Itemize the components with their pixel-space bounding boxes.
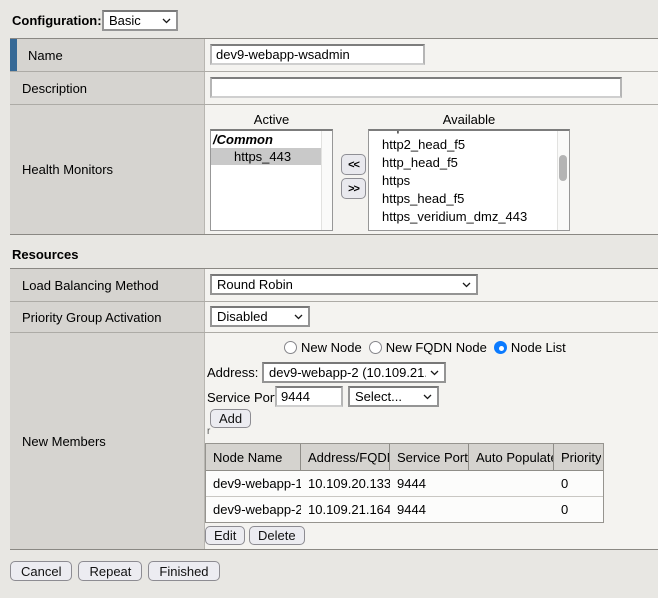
available-monitor-item[interactable]: https (369, 172, 557, 190)
edit-button[interactable]: Edit (205, 526, 245, 545)
scrollbar-thumb[interactable] (559, 155, 567, 181)
active-list-label: Active (210, 112, 333, 127)
cell-service-port: 9444 (390, 497, 469, 522)
priority-group-select-value: Disabled (217, 309, 268, 324)
chevron-down-icon (462, 282, 471, 288)
chevron-down-icon (294, 314, 303, 320)
radio-circle[interactable] (284, 341, 297, 354)
footer-button-bar: Cancel Repeat Finished (10, 561, 220, 581)
load-balancing-label: Load Balancing Method (22, 278, 159, 293)
service-port-label: Service Port: (207, 390, 281, 405)
active-listbox-scrollbar[interactable] (321, 131, 332, 230)
configuration-select-value: Basic (109, 13, 141, 28)
active-monitors-listbox[interactable]: /Common https_443 (210, 129, 333, 231)
description-input[interactable] (210, 77, 622, 98)
chevron-down-icon (423, 394, 432, 400)
radio-label: Node List (511, 340, 566, 355)
radio-node-list[interactable]: Node List (494, 340, 566, 355)
resources-table: Load Balancing Method Round Robin Priori… (10, 268, 658, 550)
configuration-select[interactable]: Basic (102, 10, 178, 31)
radio-label: New FQDN Node (386, 340, 487, 355)
priority-group-label: Priority Group Activation (22, 310, 161, 325)
available-monitor-item[interactable]: http2_head_f5 (369, 136, 557, 154)
available-monitor-item[interactable]: http_head_f5 (369, 154, 557, 172)
member-row[interactable]: dev9-webapp-2 10.109.21.164 9444 0 (206, 497, 603, 522)
move-to-active-button[interactable]: << (341, 154, 366, 175)
address-select[interactable]: dev9-webapp-2 (10.109.21.164) (262, 362, 446, 383)
chevron-down-icon (162, 18, 171, 24)
add-button[interactable]: Add (210, 409, 251, 428)
move-to-available-button[interactable]: >> (341, 178, 366, 199)
members-table: Node Name Address/FQDN Service Port Auto… (205, 443, 604, 523)
resources-section-title: Resources (12, 247, 78, 262)
active-partition-item: /Common (211, 131, 332, 148)
cell-auto-populate (469, 471, 554, 496)
cell-address-fqdn: 10.109.21.164 (301, 497, 390, 522)
load-balancing-row: Load Balancing Method Round Robin (10, 269, 658, 302)
members-table-header: Node Name Address/FQDN Service Port Auto… (206, 444, 603, 471)
cell-priority: 0 (554, 497, 601, 522)
load-balancing-select[interactable]: Round Robin (210, 274, 478, 295)
new-members-row: New Members New Node New FQDN Node Node … (10, 333, 658, 550)
repeat-button[interactable]: Repeat (78, 561, 142, 581)
cancel-button[interactable]: Cancel (10, 561, 72, 581)
priority-group-select[interactable]: Disabled (210, 306, 310, 327)
available-monitors-listbox[interactable]: http2 http2_head_f5 http_head_f5 https h… (368, 129, 570, 231)
available-list-label: Available (368, 112, 570, 127)
header-address-fqdn: Address/FQDN (301, 444, 390, 470)
header-service-port: Service Port (390, 444, 469, 470)
finished-button[interactable]: Finished (148, 561, 219, 581)
name-input[interactable] (210, 44, 425, 65)
name-row: Name (10, 39, 658, 72)
radio-label: New Node (301, 340, 362, 355)
name-row-accent-bar (10, 39, 17, 71)
configuration-label: Configuration: (12, 13, 102, 28)
new-members-label: New Members (22, 434, 106, 449)
address-select-value: dev9-webapp-2 (10.109.21.164) (269, 365, 426, 380)
name-label: Name (28, 48, 63, 63)
node-type-radio-group: New Node New FQDN Node Node List (284, 340, 573, 355)
radio-new-fqdn-node[interactable]: New FQDN Node (369, 340, 487, 355)
available-listbox-scrollbar[interactable] (557, 131, 569, 230)
chevron-down-icon (430, 370, 439, 376)
cell-address-fqdn: 10.109.20.133 (301, 471, 390, 496)
header-auto-populate: Auto Populate (469, 444, 554, 470)
priority-group-row: Priority Group Activation Disabled (10, 302, 658, 333)
configuration-table: Name Description Health Monitors Active … (10, 38, 658, 235)
active-monitor-item[interactable]: https_443 (211, 148, 332, 165)
stray-text: r (207, 426, 210, 437)
cell-node-name: dev9-webapp-1 (206, 471, 301, 496)
header-node-name: Node Name (206, 444, 301, 470)
cell-auto-populate (469, 497, 554, 522)
available-monitor-item[interactable]: https_veridium_dmz_443 (369, 208, 557, 226)
radio-new-node[interactable]: New Node (284, 340, 362, 355)
member-row[interactable]: dev9-webapp-1 10.109.20.133 9444 0 (206, 471, 603, 497)
available-monitor-item[interactable]: https_head_f5 (369, 190, 557, 208)
port-select[interactable]: Select... (348, 386, 439, 407)
radio-circle[interactable] (369, 341, 382, 354)
cell-priority: 0 (554, 471, 601, 496)
load-balancing-select-value: Round Robin (217, 277, 293, 292)
delete-button[interactable]: Delete (249, 526, 305, 545)
description-row: Description (10, 72, 658, 105)
port-select-value: Select... (355, 389, 402, 404)
service-port-input[interactable] (275, 386, 343, 407)
header-priority: Priority (554, 444, 601, 470)
cell-service-port: 9444 (390, 471, 469, 496)
address-label: Address: (207, 365, 258, 380)
health-monitors-row: Health Monitors Active Available /Common… (10, 105, 658, 235)
description-label: Description (22, 81, 87, 96)
health-monitors-label: Health Monitors (22, 162, 113, 177)
cell-node-name: dev9-webapp-2 (206, 497, 301, 522)
radio-circle[interactable] (494, 341, 507, 354)
